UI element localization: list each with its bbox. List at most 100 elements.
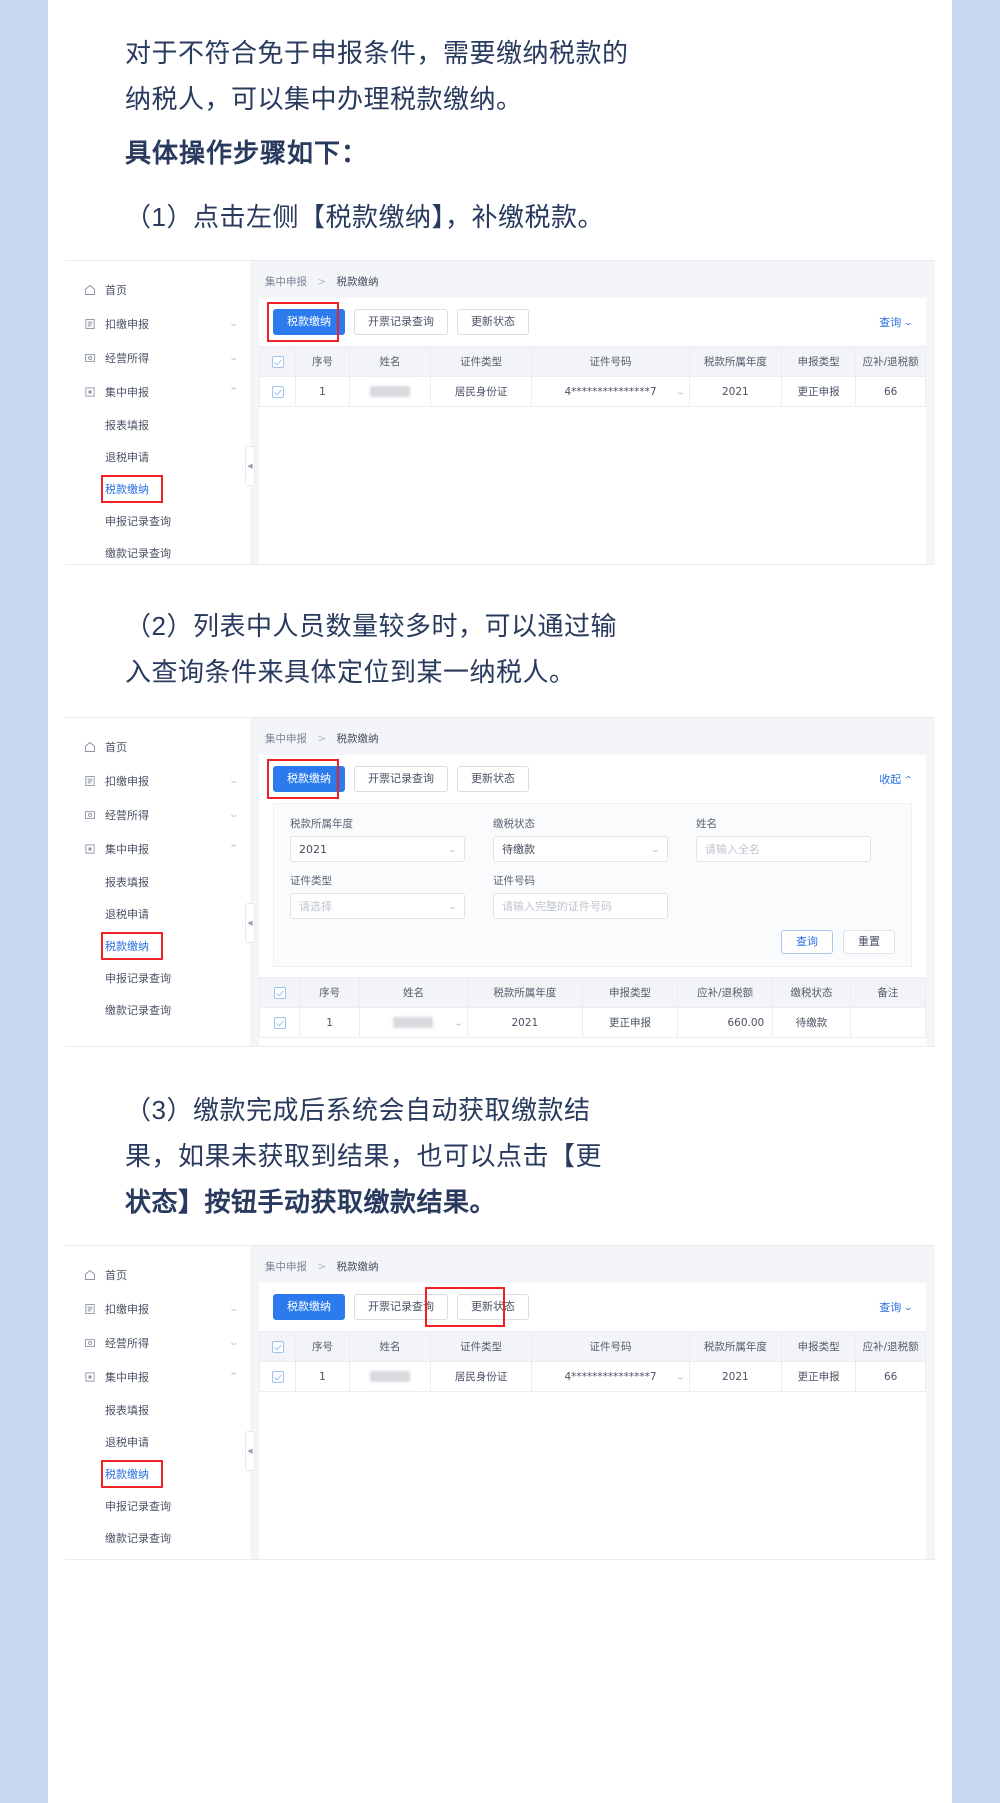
select-all-header[interactable] bbox=[259, 1331, 296, 1362]
sidebar-subitem-payment-records[interactable]: 缴款记录查询 bbox=[65, 537, 250, 564]
page-content: 对于不符合免于申报条件，需要缴纳税款的 纳税人，可以集中办理税款缴纳。 具体操作… bbox=[65, 0, 935, 1803]
sidebar-item-withholding[interactable]: 扣缴申报 ⌄ bbox=[65, 307, 250, 341]
breadcrumb-root[interactable]: 集中申报 bbox=[265, 1261, 307, 1273]
redacted-name bbox=[393, 1017, 434, 1028]
sidebar-item-centralized-declaration[interactable]: 集中申报 ⌃ bbox=[65, 832, 250, 866]
collapse-toggle-link[interactable]: 收起 ⌃ bbox=[879, 771, 914, 787]
cell-index: 1 bbox=[295, 1361, 350, 1392]
sidebar-subitem-report-filling[interactable]: 报表填报 bbox=[65, 409, 250, 441]
sidebar-item-centralized-declaration[interactable]: 集中申报 ⌃ bbox=[65, 1360, 250, 1394]
sidebar-subitem-refund-request[interactable]: 退税申请 bbox=[65, 898, 250, 930]
checkbox-row[interactable] bbox=[271, 1370, 284, 1383]
row-checkbox-cell[interactable] bbox=[259, 1007, 301, 1038]
col-index: 序号 bbox=[295, 346, 350, 377]
table-header-row: 序号 姓名 证件类型 证件号码 税款所属年度 申报类型 应补/退税额 bbox=[259, 1331, 926, 1362]
tax-payment-table-wide: 序号 姓名 证件类型 证件号码 税款所属年度 申报类型 应补/退税额 1 居民身… bbox=[259, 1331, 926, 1392]
sidebar-subitem-report-filling[interactable]: 报表填报 bbox=[65, 1394, 250, 1426]
breadcrumb: 集中申报 > 税款缴纳 bbox=[259, 1254, 926, 1283]
sidebar-collapse-handle[interactable]: ◀ bbox=[245, 903, 255, 943]
query-toggle-link[interactable]: 查询 ⌄ bbox=[879, 1299, 913, 1315]
checkbox-row[interactable] bbox=[271, 385, 284, 398]
sidebar-item-home[interactable]: 首页 bbox=[65, 273, 250, 307]
step-3-line-2: 果，如果未获取到结果，也可以点击【更 bbox=[125, 1141, 603, 1171]
redacted-name bbox=[370, 386, 410, 397]
sidebar-collapse-handle[interactable]: ◀ bbox=[245, 1431, 255, 1471]
col-tax-year: 税款所属年度 bbox=[688, 1331, 783, 1362]
breadcrumb-root[interactable]: 集中申报 bbox=[265, 733, 307, 745]
sidebar-item-business-income[interactable]: 经营所得 ⌄ bbox=[65, 341, 250, 375]
chevron-up-icon: ⌃ bbox=[228, 1371, 240, 1382]
toolbar-3: 税款缴纳 开票记录查询 更新状态 查询 ⌄ bbox=[259, 1283, 926, 1331]
sidebar-subitem-declaration-records[interactable]: 申报记录查询 bbox=[65, 505, 250, 537]
sidebar-item-business-income[interactable]: 经营所得 ⌄ bbox=[65, 798, 250, 832]
filter-panel: 税款所属年度 2021 ⌄ 缴税状态 待缴款 ⌄ 姓名 请输入全名 证件类型 请… bbox=[273, 803, 912, 967]
invoice-record-query-button[interactable]: 开票记录查询 bbox=[354, 309, 448, 335]
sidebar-subitem-report-filling-label: 报表填报 bbox=[105, 419, 149, 432]
screenshot-step-3: 首页 扣缴申报 ⌄ 经营所得 ⌄ 集中申报 ⌃ 报表填报 退税申请 税款缴纳 申… bbox=[65, 1245, 935, 1560]
sidebar-subitem-report-filling-label: 报表填报 bbox=[105, 876, 149, 889]
toolbar-1: 税款缴纳 开票记录查询 更新状态 查询 ⌄ bbox=[259, 298, 926, 346]
filter-name-input[interactable]: 请输入全名 bbox=[696, 836, 871, 862]
update-status-button[interactable]: 更新状态 bbox=[457, 309, 529, 335]
tax-payment-button[interactable]: 税款缴纳 bbox=[273, 766, 345, 792]
checkbox-select-all[interactable] bbox=[271, 355, 284, 368]
grid-icon bbox=[83, 843, 96, 856]
filter-query-button[interactable]: 查询 bbox=[781, 930, 833, 954]
filter-id-number-label: 证件号码 bbox=[493, 875, 535, 887]
breadcrumb-root[interactable]: 集中申报 bbox=[265, 276, 307, 288]
sidebar-item-business-income[interactable]: 经营所得 ⌄ bbox=[65, 1326, 250, 1360]
row-checkbox-cell[interactable] bbox=[259, 1361, 296, 1392]
sidebar-subitem-refund-request[interactable]: 退税申请 bbox=[65, 441, 250, 473]
tax-payment-button[interactable]: 税款缴纳 bbox=[273, 1294, 345, 1320]
sidebar-subitem-tax-payment[interactable]: 税款缴纳 bbox=[65, 930, 250, 962]
checkbox-select-all[interactable] bbox=[271, 1340, 284, 1353]
tutorial-page: 对于不符合免于申报条件，需要缴纳税款的 纳税人，可以集中办理税款缴纳。 具体操作… bbox=[0, 0, 1000, 1803]
filter-tax-year-label: 税款所属年度 bbox=[290, 818, 353, 830]
update-status-button[interactable]: 更新状态 bbox=[457, 766, 529, 792]
sidebar-subitem-refund-request[interactable]: 退税申请 bbox=[65, 1426, 250, 1458]
filter-pay-status-select[interactable]: 待缴款 ⌄ bbox=[493, 836, 668, 862]
sidebar-subitem-declaration-records[interactable]: 申报记录查询 bbox=[65, 962, 250, 994]
tax-payment-button[interactable]: 税款缴纳 bbox=[273, 309, 345, 335]
sidebar-subitem-declaration-records[interactable]: 申报记录查询 bbox=[65, 1490, 250, 1522]
sidebar-item-home[interactable]: 首页 bbox=[65, 1258, 250, 1292]
chevron-down-icon: ⌄ bbox=[650, 844, 661, 854]
grid-icon bbox=[83, 1371, 96, 1384]
sidebar-subitem-tax-payment[interactable]: 税款缴纳 bbox=[65, 1458, 250, 1490]
checkbox-select-all[interactable] bbox=[273, 986, 286, 999]
sidebar-collapse-handle[interactable]: ◀ bbox=[245, 446, 255, 486]
step-1-text: （1）点击左侧【税款缴纳】，补缴税款。 bbox=[125, 202, 604, 232]
filter-pay-status-value: 待缴款 bbox=[502, 843, 535, 856]
chevron-down-icon: ⌄ bbox=[675, 387, 686, 396]
filter-id-type-select[interactable]: 请选择 ⌄ bbox=[290, 893, 465, 919]
sidebar-subitem-report-filling[interactable]: 报表填报 bbox=[65, 866, 250, 898]
checkbox-row[interactable] bbox=[273, 1016, 286, 1029]
sidebar-item-centralized-declaration[interactable]: 集中申报 ⌃ bbox=[65, 375, 250, 409]
select-all-header[interactable] bbox=[259, 346, 296, 377]
filter-id-number: 证件号码 请输入完整的证件号码 bbox=[493, 873, 668, 919]
filter-tax-year-select[interactable]: 2021 ⌄ bbox=[290, 836, 465, 862]
col-pay-status: 缴税状态 bbox=[772, 977, 851, 1008]
chevron-down-icon: ⌄ bbox=[447, 901, 458, 911]
sidebar-subitem-payment-records[interactable]: 缴款记录查询 bbox=[65, 994, 250, 1026]
sidebar-subitem-payment-records[interactable]: 缴款记录查询 bbox=[65, 1522, 250, 1554]
col-declare-type: 申报类型 bbox=[780, 1331, 857, 1362]
filter-id-number-input[interactable]: 请输入完整的证件号码 bbox=[493, 893, 668, 919]
filter-actions: 查询 重置 bbox=[290, 930, 895, 954]
select-all-header[interactable] bbox=[259, 977, 301, 1008]
update-status-button[interactable]: 更新状态 bbox=[457, 1294, 529, 1320]
query-toggle-link[interactable]: 查询 ⌄ bbox=[879, 314, 913, 330]
row-checkbox-cell[interactable] bbox=[259, 376, 296, 407]
col-id-type: 证件类型 bbox=[429, 1331, 533, 1362]
step-2-line-2: 入查询条件来具体定位到某一纳税人。 bbox=[125, 657, 576, 687]
filter-row-2: 证件类型 请选择 ⌄ 证件号码 请输入完整的证件号码 bbox=[290, 873, 895, 919]
sidebar-item-withholding[interactable]: 扣缴申报 ⌄ bbox=[65, 764, 250, 798]
sidebar-subitem-tax-payment[interactable]: 税款缴纳 bbox=[65, 473, 250, 505]
chevron-up-icon: ⌃ bbox=[903, 774, 914, 784]
sidebar-item-withholding[interactable]: 扣缴申报 ⌄ bbox=[65, 1292, 250, 1326]
invoice-record-query-button[interactable]: 开票记录查询 bbox=[354, 1294, 448, 1320]
invoice-record-query-button[interactable]: 开票记录查询 bbox=[354, 766, 448, 792]
filter-reset-button[interactable]: 重置 bbox=[843, 930, 895, 954]
sidebar-item-home[interactable]: 首页 bbox=[65, 730, 250, 764]
intro-block: 对于不符合免于申报条件，需要缴纳税款的 纳税人，可以集中办理税款缴纳。 具体操作… bbox=[65, 0, 935, 254]
